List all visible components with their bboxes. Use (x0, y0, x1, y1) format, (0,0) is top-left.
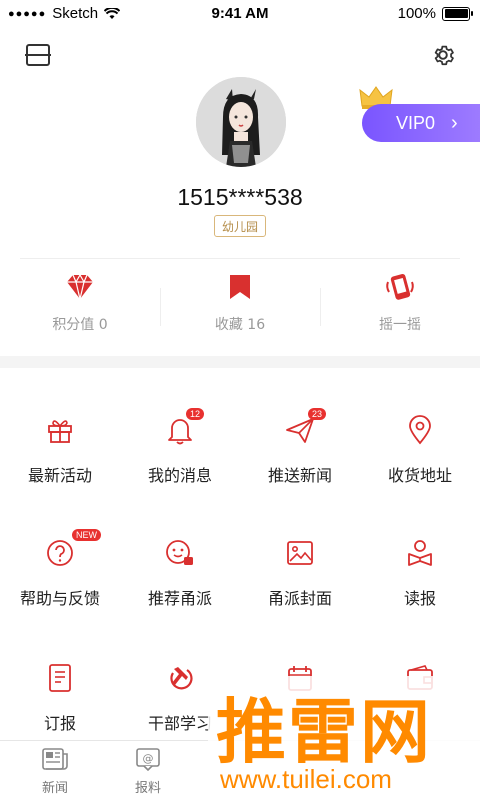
tab-label: 新闻 (41, 781, 68, 796)
menu-item-label: 读报 (403, 589, 436, 608)
menu-item-recommend[interactable]: 推荐甬派 (120, 533, 240, 633)
tab-tipoff[interactable]: @ 报料 (100, 747, 196, 796)
diamond-icon (67, 273, 93, 300)
newspaper-icon (42, 748, 68, 770)
avatar[interactable] (196, 77, 286, 167)
menu-item-label: 订报 (43, 714, 76, 733)
menu-item-label: 最新活动 (27, 466, 92, 485)
watermark-logo: 推雷网 (216, 691, 432, 773)
points-stat[interactable]: 积分值 0 (0, 270, 160, 340)
vip-button[interactable]: VIP0 › (362, 104, 480, 142)
new-badge: NEW (72, 529, 101, 541)
watermark-url: www.tuilei.com (220, 764, 392, 794)
menu-item-help[interactable]: NEW 帮助与反馈 (0, 529, 120, 633)
divider (20, 258, 460, 259)
bookmark-icon (230, 275, 250, 299)
battery-percent: 100% (397, 5, 436, 22)
recommend-icon (166, 540, 193, 565)
message-count-badge: 12 (186, 408, 205, 420)
user-phone: 1515****538 (177, 184, 303, 210)
subscribe-icon (49, 664, 71, 692)
menu-item-label: 收货地址 (387, 466, 452, 485)
menu-item-label: 推送新闻 (267, 466, 332, 485)
tab-news[interactable]: 新闻 (7, 747, 103, 796)
points-label: 积分值 0 (52, 317, 108, 333)
menu-item-label: 推荐甬派 (147, 589, 212, 608)
status-bar: ●●●●● Sketch 9:41 AM 100% (0, 0, 480, 28)
menu-item-label: 甬派封面 (267, 589, 332, 608)
image-icon (287, 541, 313, 565)
menu-item-cover[interactable]: 甬派封面 (240, 533, 360, 633)
menu-item-messages[interactable]: 12 我的消息 (120, 408, 240, 510)
favorites-label: 收藏 16 (214, 317, 266, 333)
section-divider (0, 356, 480, 368)
menu-item-address[interactable]: 收货地址 (360, 410, 480, 510)
location-pin-icon (409, 415, 431, 445)
shake-stat[interactable]: 摇一摇 (320, 270, 480, 340)
avatar-portrait-image (196, 77, 286, 167)
menu-item-label: 帮助与反馈 (19, 589, 100, 608)
shake-label: 摇一摇 (379, 317, 421, 333)
menu-item-push-news[interactable]: 23 推送新闻 (240, 408, 360, 510)
reader-icon (408, 540, 432, 566)
help-icon (47, 540, 73, 566)
shake-phone-icon (386, 274, 414, 300)
favorites-stat[interactable]: 收藏 16 (160, 270, 320, 340)
menu-item-activities[interactable]: 最新活动 (0, 410, 120, 510)
tab-label: 报料 (134, 781, 161, 796)
hammer-sickle-icon (170, 667, 193, 690)
push-count-badge: 23 (308, 408, 327, 420)
scan-button[interactable] (23, 40, 53, 70)
battery-icon (442, 6, 473, 21)
menu-item-read-paper[interactable]: 读报 (360, 533, 480, 633)
chevron-right-icon: › (451, 111, 458, 134)
user-tag-badge: 幼儿园 (214, 215, 266, 237)
scan-icon (25, 44, 51, 66)
gift-icon (48, 420, 72, 443)
svg-text:@: @ (143, 752, 154, 765)
menu-item-label: 我的消息 (147, 466, 212, 485)
gear-icon (434, 45, 454, 66)
settings-button[interactable] (428, 40, 458, 70)
at-chat-icon: @ (136, 748, 160, 772)
paper-plane-icon (286, 418, 314, 443)
vip-label: VIP0 (396, 112, 436, 133)
